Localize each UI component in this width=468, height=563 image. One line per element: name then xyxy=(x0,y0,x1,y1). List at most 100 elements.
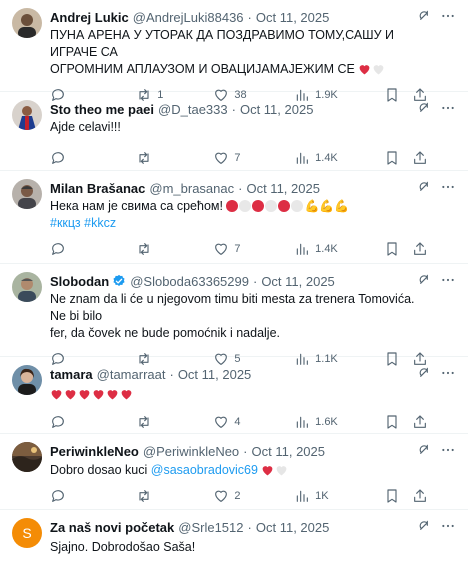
share-button[interactable] xyxy=(412,414,430,430)
user-handle[interactable]: @PeriwinkleNeo xyxy=(143,444,239,459)
tweet[interactable]: Milan Brašanac @m_brasanac · Oct 11, 202… xyxy=(0,171,468,264)
repost-button[interactable] xyxy=(136,414,213,430)
views-button[interactable]: 1.4K xyxy=(294,241,384,257)
like-count: 7 xyxy=(234,243,241,255)
more-options-icon[interactable] xyxy=(440,518,456,534)
flexed-biceps-icon: 💪 xyxy=(304,199,320,213)
tweet-text-line: fer, da čovek ne bude pomoćnik i nadalje… xyxy=(50,326,281,340)
reply-button[interactable] xyxy=(50,414,136,430)
red-circle-icon xyxy=(252,200,265,212)
more-options-icon[interactable] xyxy=(440,442,456,458)
display-name[interactable]: Slobodan xyxy=(50,274,109,289)
grok-icon[interactable] xyxy=(416,518,432,534)
red-heart-icon xyxy=(263,466,273,476)
more-options-icon[interactable] xyxy=(440,8,456,24)
bookmark-button[interactable] xyxy=(384,241,412,257)
tweet[interactable]: Sto theo me paei @D_tae333 · Oct 11, 202… xyxy=(0,92,468,171)
repost-icon xyxy=(139,490,149,502)
display-name[interactable]: Sto theo me paei xyxy=(50,102,154,117)
tweet-date[interactable]: Oct 11, 2025 xyxy=(246,181,319,196)
display-name[interactable]: Za naš novi početak xyxy=(50,520,174,535)
like-button[interactable]: 7 xyxy=(213,241,294,257)
tweet[interactable]: S Za naš novi početak @Srle1512 · Oct 11… xyxy=(0,510,468,563)
share-icon xyxy=(413,489,426,502)
reply-icon xyxy=(52,490,64,502)
more-options-icon[interactable] xyxy=(440,100,456,116)
like-button[interactable]: 7 xyxy=(213,150,294,166)
display-name[interactable]: Andrej Lukic xyxy=(50,10,129,25)
tweet[interactable]: PeriwinkleNeo @PeriwinkleNeo · Oct 11, 2… xyxy=(0,434,468,510)
reply-button[interactable] xyxy=(50,241,136,257)
mention-link[interactable]: @sasaobradovic69 xyxy=(151,463,258,477)
tweet[interactable]: tamara @tamarraat · Oct 11, 2025 4 1.6K xyxy=(0,357,468,434)
tweet-date[interactable]: Oct 11, 2025 xyxy=(256,520,329,535)
display-name[interactable]: PeriwinkleNeo xyxy=(50,444,139,459)
avatar[interactable] xyxy=(12,100,42,130)
repost-button[interactable] xyxy=(136,241,213,257)
heart-icon xyxy=(215,243,228,255)
like-button[interactable]: 4 xyxy=(213,414,294,430)
user-handle[interactable]: @tamarraat xyxy=(97,367,166,382)
bookmark-icon xyxy=(387,489,397,503)
reply-button[interactable] xyxy=(50,488,136,504)
more-options-icon[interactable] xyxy=(440,179,456,195)
views-button[interactable]: 1.4K xyxy=(294,150,384,166)
view-count: 1.6K xyxy=(315,416,338,428)
tweet-date[interactable]: Oct 11, 2025 xyxy=(261,274,334,289)
grok-icon[interactable] xyxy=(416,8,432,24)
grok-icon[interactable] xyxy=(416,100,432,116)
user-handle[interactable]: @Srle1512 xyxy=(178,520,243,535)
grok-icon[interactable] xyxy=(416,179,432,195)
repost-button[interactable] xyxy=(136,150,213,166)
views-chart-icon xyxy=(296,243,309,255)
repost-button[interactable] xyxy=(136,488,213,504)
red-circle-icon xyxy=(226,200,239,212)
views-button[interactable]: 1.6K xyxy=(294,414,384,430)
more-options-icon[interactable] xyxy=(440,272,456,288)
display-name[interactable]: Milan Brašanac xyxy=(50,181,145,196)
display-name[interactable]: tamara xyxy=(50,367,93,382)
tweet-text-line: Ne znam da li će u njegovom timu biti me… xyxy=(50,292,415,323)
avatar[interactable]: S xyxy=(12,518,42,548)
hashtag-link[interactable]: #ккцз xyxy=(50,216,81,230)
tweet-date[interactable]: Oct 11, 2025 xyxy=(240,102,313,117)
views-button[interactable]: 1K xyxy=(294,488,384,504)
more-options-icon[interactable] xyxy=(440,365,456,381)
tweet-actions: 7 1.4K xyxy=(50,141,430,175)
avatar[interactable] xyxy=(12,442,42,472)
grok-icon[interactable] xyxy=(416,365,432,381)
user-handle[interactable]: @AndrejLuki88436 xyxy=(133,10,244,25)
red-heart-icon xyxy=(79,390,90,400)
avatar[interactable] xyxy=(12,272,42,302)
bookmark-icon xyxy=(387,151,397,165)
user-handle[interactable]: @D_tae333 xyxy=(158,102,228,117)
bookmark-button[interactable] xyxy=(384,414,412,430)
white-circle-icon xyxy=(239,200,252,212)
tweet-date[interactable]: Oct 11, 2025 xyxy=(256,10,329,25)
bookmark-button[interactable] xyxy=(384,488,412,504)
like-button[interactable]: 2 xyxy=(213,488,294,504)
tweet-actions: 7 1.4K xyxy=(50,232,430,266)
share-button[interactable] xyxy=(412,488,430,504)
grok-icon[interactable] xyxy=(416,272,432,288)
separator-dot: · xyxy=(169,366,174,382)
bookmark-button[interactable] xyxy=(384,150,412,166)
bookmark-icon xyxy=(387,242,397,256)
red-heart-icon xyxy=(359,65,370,75)
user-handle[interactable]: @m_brasanac xyxy=(149,181,234,196)
flexed-biceps-icon: 💪 xyxy=(334,199,350,213)
hashtag-link[interactable]: #kkcz xyxy=(84,216,116,230)
tweet[interactable]: Slobodan @Sloboda63365299 · Oct 11, 2025… xyxy=(0,264,468,366)
share-button[interactable] xyxy=(412,241,430,257)
grok-icon[interactable] xyxy=(416,442,432,458)
avatar[interactable] xyxy=(12,179,42,209)
tweet-date[interactable]: Oct 11, 2025 xyxy=(252,444,325,459)
tweet-date[interactable]: Oct 11, 2025 xyxy=(178,367,251,382)
avatar[interactable] xyxy=(12,8,42,38)
avatar[interactable] xyxy=(12,365,42,395)
reply-button[interactable] xyxy=(50,150,136,166)
share-button[interactable] xyxy=(412,150,430,166)
tweet[interactable]: Andrej Lukic @AndrejLuki88436 · Oct 11, … xyxy=(0,0,468,102)
user-handle[interactable]: @Sloboda63365299 xyxy=(130,274,249,289)
tweet-text-line: Нека нам је свима са срећом! xyxy=(50,199,223,213)
